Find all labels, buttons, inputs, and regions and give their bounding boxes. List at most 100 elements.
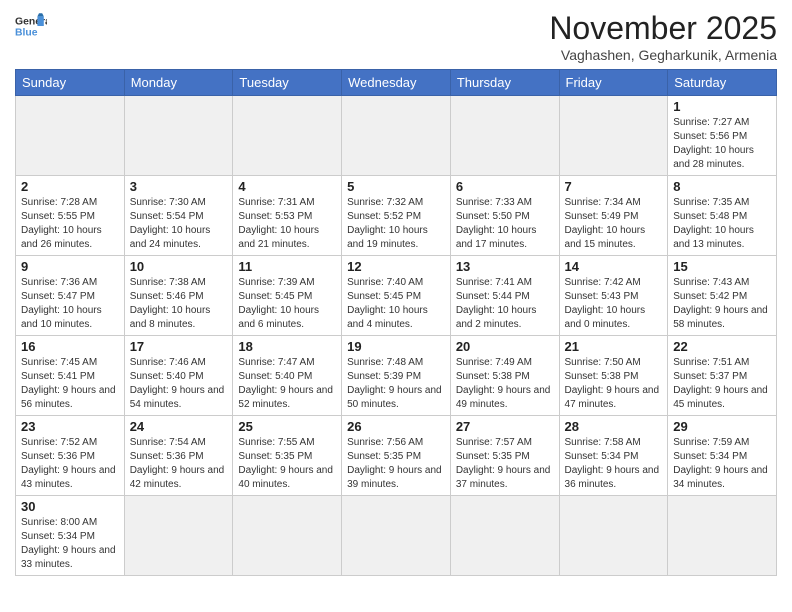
day-number: 17 bbox=[130, 339, 228, 354]
day-info: Sunrise: 7:59 AM Sunset: 5:34 PM Dayligh… bbox=[673, 436, 771, 492]
day-number: 28 bbox=[565, 419, 663, 434]
page: General Blue November 2025 Vaghashen, Ge… bbox=[0, 0, 792, 612]
calendar-day-cell bbox=[450, 96, 559, 176]
calendar-week-row: 1 Sunrise: 7:27 AM Sunset: 5:56 PM Daylig… bbox=[16, 96, 777, 176]
day-number: 12 bbox=[347, 259, 445, 274]
calendar-header: Sunday Monday Tuesday Wednesday Thursday… bbox=[16, 70, 777, 96]
day-number: 16 bbox=[21, 339, 119, 354]
day-number: 6 bbox=[456, 179, 554, 194]
calendar-week-row: 23Sunrise: 7:52 AM Sunset: 5:36 PM Dayli… bbox=[16, 416, 777, 496]
calendar-day-cell: 3 Sunrise: 7:30 AM Sunset: 5:54 PM Daylig… bbox=[124, 176, 233, 256]
calendar-day-cell bbox=[342, 496, 451, 576]
calendar-week-row: 30 Sunrise: 8:00 AM Sunset: 5:34 PM Dayli… bbox=[16, 496, 777, 576]
calendar-day-cell bbox=[559, 96, 668, 176]
day-info: Sunrise: 7:38 AM Sunset: 5:46 PM Dayligh… bbox=[130, 276, 228, 332]
day-info: Sunrise: 7:51 AM Sunset: 5:37 PM Dayligh… bbox=[673, 356, 771, 412]
weekday-row: Sunday Monday Tuesday Wednesday Thursday… bbox=[16, 70, 777, 96]
day-number: 14 bbox=[565, 259, 663, 274]
calendar-day-cell bbox=[559, 496, 668, 576]
day-info: Sunrise: 7:35 AM Sunset: 5:48 PM Dayligh… bbox=[673, 196, 771, 252]
day-number: 4 bbox=[238, 179, 336, 194]
title-block: November 2025 Vaghashen, Gegharkunik, Ar… bbox=[549, 10, 777, 63]
day-info: Sunrise: 7:40 AM Sunset: 5:45 PM Dayligh… bbox=[347, 276, 445, 332]
day-number: 11 bbox=[238, 259, 336, 274]
calendar-day-cell: 23Sunrise: 7:52 AM Sunset: 5:36 PM Dayli… bbox=[16, 416, 125, 496]
calendar-day-cell: 24 Sunrise: 7:54 AM Sunset: 5:36 PM Dayli… bbox=[124, 416, 233, 496]
day-info: Sunrise: 7:54 AM Sunset: 5:36 PM Dayligh… bbox=[130, 436, 228, 492]
calendar-day-cell bbox=[16, 96, 125, 176]
calendar-day-cell: 26 Sunrise: 7:56 AM Sunset: 5:35 PM Dayli… bbox=[342, 416, 451, 496]
calendar-day-cell: 7Sunrise: 7:34 AM Sunset: 5:49 PM Daylig… bbox=[559, 176, 668, 256]
calendar: Sunday Monday Tuesday Wednesday Thursday… bbox=[15, 69, 777, 576]
day-number: 30 bbox=[21, 499, 119, 514]
header: General Blue November 2025 Vaghashen, Ge… bbox=[15, 10, 777, 63]
day-info: Sunrise: 7:56 AM Sunset: 5:35 PM Dayligh… bbox=[347, 436, 445, 492]
day-number: 15 bbox=[673, 259, 771, 274]
day-number: 5 bbox=[347, 179, 445, 194]
calendar-day-cell: 6 Sunrise: 7:33 AM Sunset: 5:50 PM Daylig… bbox=[450, 176, 559, 256]
day-number: 10 bbox=[130, 259, 228, 274]
day-info: Sunrise: 7:55 AM Sunset: 5:35 PM Dayligh… bbox=[238, 436, 336, 492]
calendar-week-row: 2Sunrise: 7:28 AM Sunset: 5:55 PM Daylig… bbox=[16, 176, 777, 256]
calendar-day-cell: 21 Sunrise: 7:50 AM Sunset: 5:38 PM Dayli… bbox=[559, 336, 668, 416]
calendar-day-cell: 29 Sunrise: 7:59 AM Sunset: 5:34 PM Dayli… bbox=[668, 416, 777, 496]
day-info: Sunrise: 7:39 AM Sunset: 5:45 PM Dayligh… bbox=[238, 276, 336, 332]
calendar-day-cell bbox=[342, 96, 451, 176]
day-info: Sunrise: 7:28 AM Sunset: 5:55 PM Dayligh… bbox=[21, 196, 119, 252]
calendar-day-cell: 18 Sunrise: 7:47 AM Sunset: 5:40 PM Dayli… bbox=[233, 336, 342, 416]
calendar-day-cell: 17 Sunrise: 7:46 AM Sunset: 5:40 PM Dayli… bbox=[124, 336, 233, 416]
day-number: 3 bbox=[130, 179, 228, 194]
calendar-day-cell bbox=[124, 496, 233, 576]
calendar-day-cell: 22Sunrise: 7:51 AM Sunset: 5:37 PM Dayli… bbox=[668, 336, 777, 416]
calendar-day-cell: 11 Sunrise: 7:39 AM Sunset: 5:45 PM Dayli… bbox=[233, 256, 342, 336]
day-info: Sunrise: 7:46 AM Sunset: 5:40 PM Dayligh… bbox=[130, 356, 228, 412]
day-info: Sunrise: 7:30 AM Sunset: 5:54 PM Dayligh… bbox=[130, 196, 228, 252]
calendar-day-cell bbox=[233, 496, 342, 576]
day-info: Sunrise: 7:27 AM Sunset: 5:56 PM Dayligh… bbox=[673, 116, 771, 172]
day-info: Sunrise: 7:45 AM Sunset: 5:41 PM Dayligh… bbox=[21, 356, 119, 412]
col-monday: Monday bbox=[124, 70, 233, 96]
logo: General Blue bbox=[15, 10, 47, 42]
day-info: Sunrise: 7:50 AM Sunset: 5:38 PM Dayligh… bbox=[565, 356, 663, 412]
calendar-day-cell: 19Sunrise: 7:48 AM Sunset: 5:39 PM Dayli… bbox=[342, 336, 451, 416]
day-info: Sunrise: 7:57 AM Sunset: 5:35 PM Dayligh… bbox=[456, 436, 554, 492]
day-info: Sunrise: 7:33 AM Sunset: 5:50 PM Dayligh… bbox=[456, 196, 554, 252]
calendar-body: 1 Sunrise: 7:27 AM Sunset: 5:56 PM Daylig… bbox=[16, 96, 777, 576]
calendar-day-cell: 25 Sunrise: 7:55 AM Sunset: 5:35 PM Dayli… bbox=[233, 416, 342, 496]
day-info: Sunrise: 7:49 AM Sunset: 5:38 PM Dayligh… bbox=[456, 356, 554, 412]
day-number: 29 bbox=[673, 419, 771, 434]
day-info: Sunrise: 8:00 AM Sunset: 5:34 PM Dayligh… bbox=[21, 516, 119, 572]
day-info: Sunrise: 7:42 AM Sunset: 5:43 PM Dayligh… bbox=[565, 276, 663, 332]
day-number: 8 bbox=[673, 179, 771, 194]
logo-icon: General Blue bbox=[15, 10, 47, 42]
day-number: 27 bbox=[456, 419, 554, 434]
calendar-day-cell bbox=[124, 96, 233, 176]
day-info: Sunrise: 7:58 AM Sunset: 5:34 PM Dayligh… bbox=[565, 436, 663, 492]
calendar-day-cell: 4Sunrise: 7:31 AM Sunset: 5:53 PM Daylig… bbox=[233, 176, 342, 256]
day-number: 26 bbox=[347, 419, 445, 434]
calendar-day-cell: 16 Sunrise: 7:45 AM Sunset: 5:41 PM Dayli… bbox=[16, 336, 125, 416]
calendar-day-cell: 5Sunrise: 7:32 AM Sunset: 5:52 PM Daylig… bbox=[342, 176, 451, 256]
day-number: 25 bbox=[238, 419, 336, 434]
calendar-day-cell: 14 Sunrise: 7:42 AM Sunset: 5:43 PM Dayli… bbox=[559, 256, 668, 336]
month-title: November 2025 bbox=[549, 10, 777, 47]
day-info: Sunrise: 7:41 AM Sunset: 5:44 PM Dayligh… bbox=[456, 276, 554, 332]
calendar-day-cell bbox=[450, 496, 559, 576]
day-number: 18 bbox=[238, 339, 336, 354]
calendar-day-cell: 12 Sunrise: 7:40 AM Sunset: 5:45 PM Dayli… bbox=[342, 256, 451, 336]
day-number: 21 bbox=[565, 339, 663, 354]
calendar-day-cell: 1 Sunrise: 7:27 AM Sunset: 5:56 PM Daylig… bbox=[668, 96, 777, 176]
calendar-day-cell: 13Sunrise: 7:41 AM Sunset: 5:44 PM Dayli… bbox=[450, 256, 559, 336]
svg-text:Blue: Blue bbox=[15, 28, 38, 39]
calendar-day-cell: 8 Sunrise: 7:35 AM Sunset: 5:48 PM Daylig… bbox=[668, 176, 777, 256]
calendar-day-cell: 27 Sunrise: 7:57 AM Sunset: 5:35 PM Dayli… bbox=[450, 416, 559, 496]
day-info: Sunrise: 7:43 AM Sunset: 5:42 PM Dayligh… bbox=[673, 276, 771, 332]
day-number: 9 bbox=[21, 259, 119, 274]
day-info: Sunrise: 7:47 AM Sunset: 5:40 PM Dayligh… bbox=[238, 356, 336, 412]
day-number: 1 bbox=[673, 99, 771, 114]
calendar-day-cell bbox=[668, 496, 777, 576]
day-number: 24 bbox=[130, 419, 228, 434]
calendar-day-cell: 20Sunrise: 7:49 AM Sunset: 5:38 PM Dayli… bbox=[450, 336, 559, 416]
day-number: 23 bbox=[21, 419, 119, 434]
day-info: Sunrise: 7:36 AM Sunset: 5:47 PM Dayligh… bbox=[21, 276, 119, 332]
